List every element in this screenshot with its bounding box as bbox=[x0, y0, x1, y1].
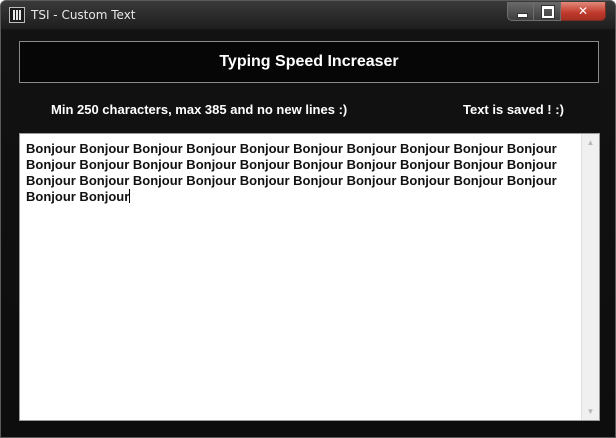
minimize-icon bbox=[517, 13, 528, 18]
page-title: Typing Speed Increaser bbox=[219, 53, 399, 70]
editor-text-area[interactable]: Bonjour Bonjour Bonjour Bonjour Bonjour … bbox=[26, 141, 571, 205]
close-icon: ✕ bbox=[577, 4, 589, 18]
close-button[interactable]: ✕ bbox=[561, 2, 606, 21]
vertical-scrollbar[interactable]: ▲ ▼ bbox=[581, 134, 599, 420]
save-status: Text is saved ! :) bbox=[463, 102, 564, 117]
scroll-up-arrow-icon[interactable]: ▲ bbox=[582, 134, 599, 151]
text-caret bbox=[129, 189, 131, 203]
custom-text-editor[interactable]: Bonjour Bonjour Bonjour Bonjour Bonjour … bbox=[19, 133, 600, 421]
app-icon[interactable] bbox=[9, 7, 25, 23]
editor-text: Bonjour Bonjour Bonjour Bonjour Bonjour … bbox=[26, 141, 557, 204]
header-panel: Typing Speed Increaser bbox=[19, 41, 599, 83]
scroll-down-arrow-icon[interactable]: ▼ bbox=[582, 403, 599, 420]
app-window: TSI - Custom Text ✕ Typing Speed Increas… bbox=[0, 0, 616, 438]
maximize-icon bbox=[541, 5, 555, 19]
title-bar[interactable]: TSI - Custom Text ✕ bbox=[1, 1, 615, 29]
window-title: TSI - Custom Text bbox=[31, 8, 136, 22]
constraints-hint: Min 250 characters, max 385 and no new l… bbox=[51, 102, 348, 117]
maximize-button[interactable] bbox=[534, 2, 561, 21]
minimize-button[interactable] bbox=[507, 2, 534, 21]
